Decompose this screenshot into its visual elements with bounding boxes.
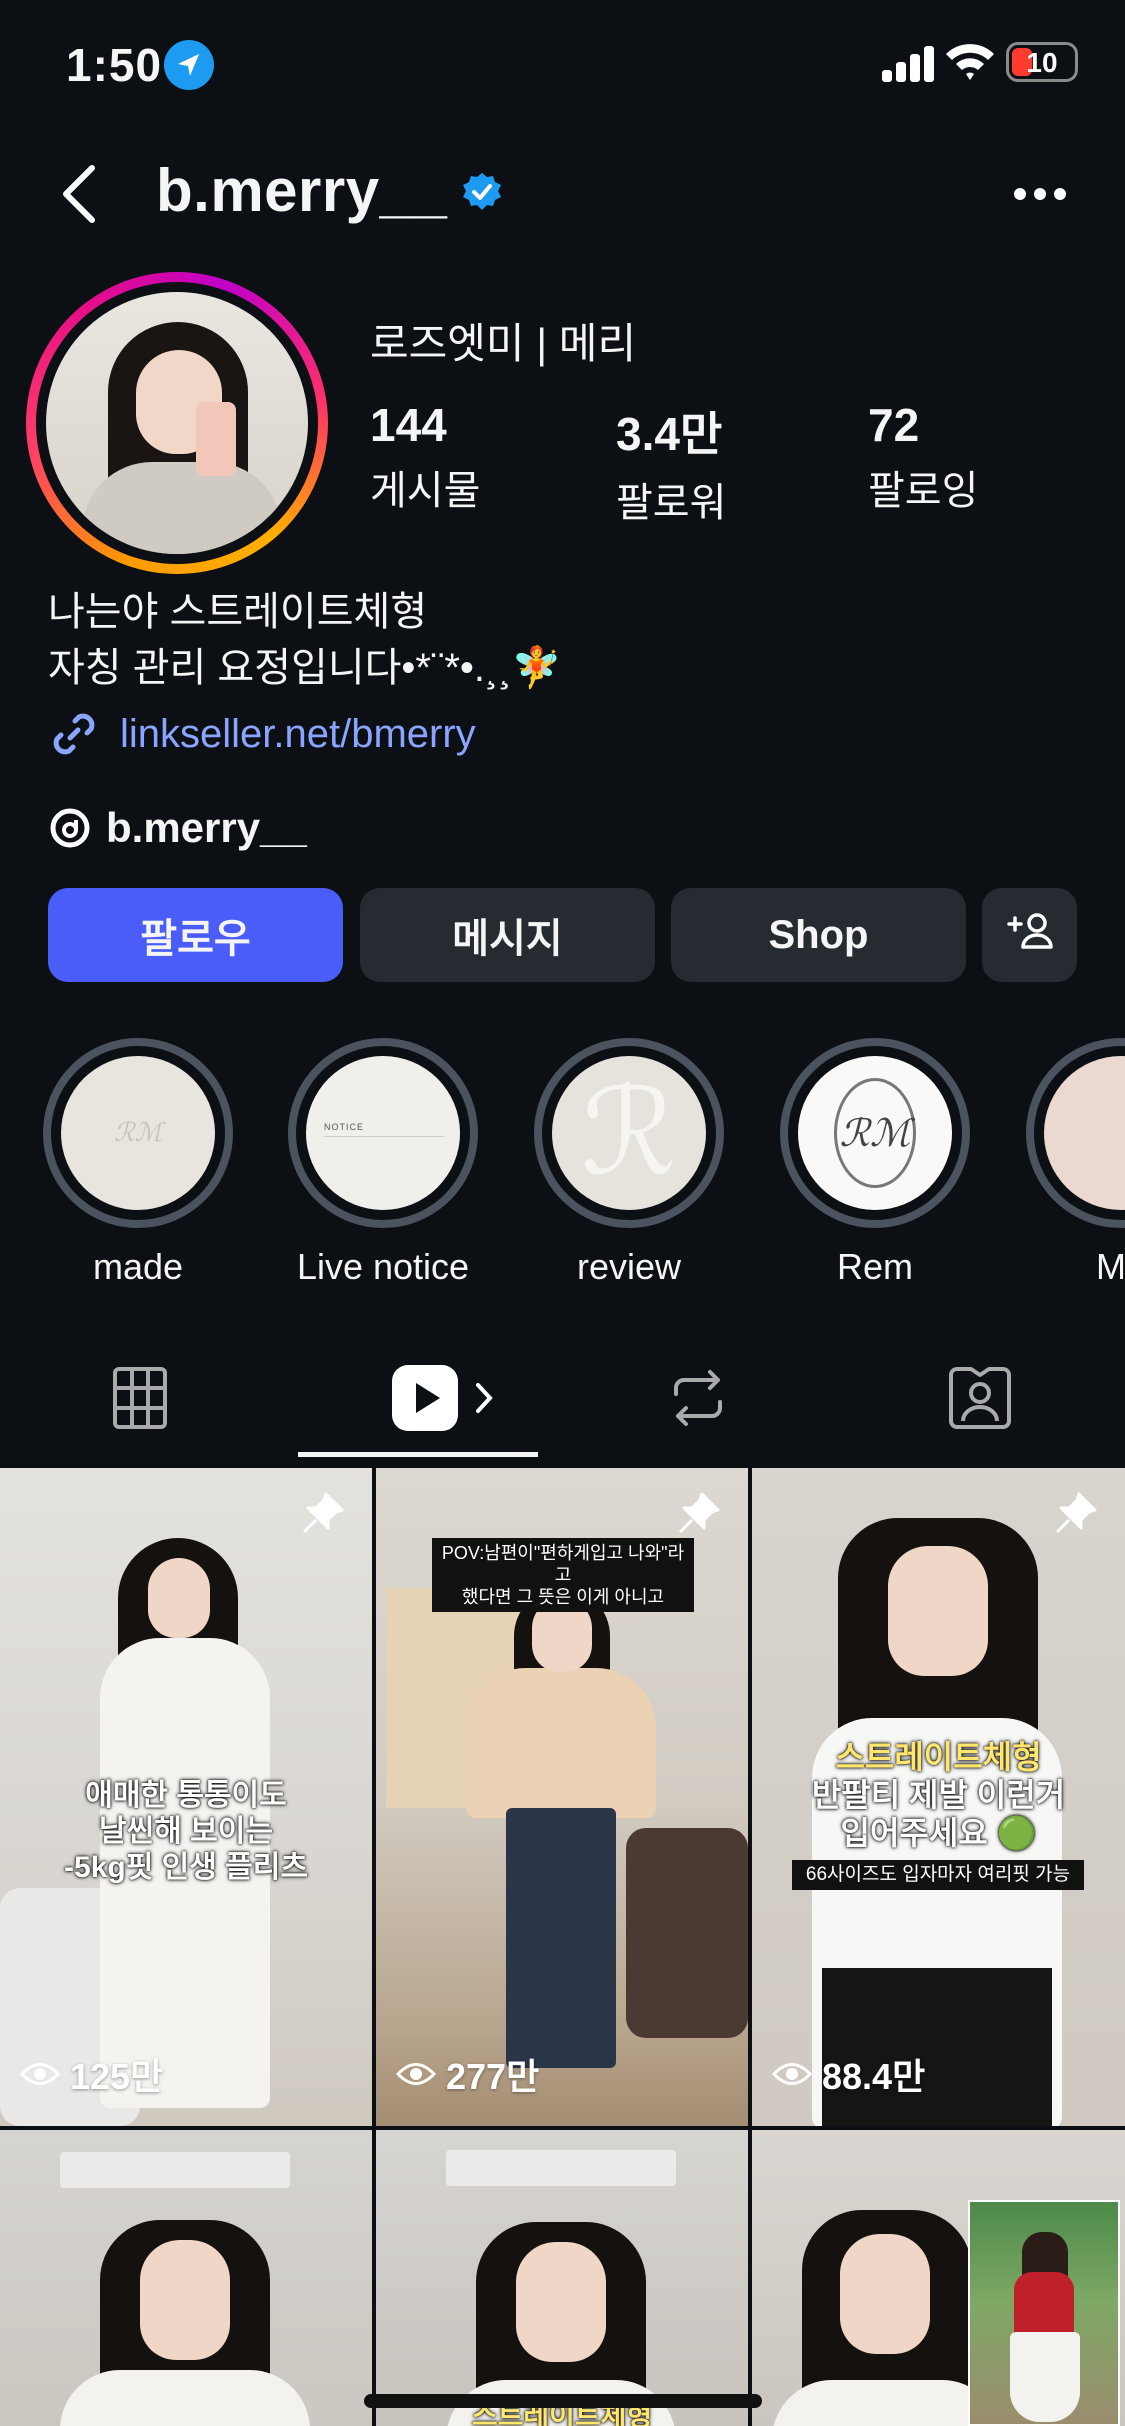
- view-count-row: 88.4만: [771, 2048, 926, 2100]
- add-person-icon: [1005, 910, 1055, 960]
- eye-icon: [19, 2059, 61, 2089]
- message-button[interactable]: 메시지: [360, 888, 655, 982]
- stat-label: 게시물: [370, 469, 481, 513]
- eye-icon: [395, 2059, 437, 2089]
- wifi-icon: [944, 40, 996, 82]
- location-arrow-icon: [164, 40, 214, 90]
- pin-icon: [298, 1490, 346, 1538]
- highlight-label: Mo: [1095, 1246, 1125, 1287]
- link-icon: [48, 708, 100, 760]
- tab-tagged[interactable]: [944, 1360, 1016, 1440]
- bio-line: 자칭 관리 요정입니다•*¨*•.¸¸🧚: [48, 646, 562, 690]
- reel-overlay-text: 애매한 통통이도 날씬해 보이는 -5kg핏 인생 플리츠: [0, 1778, 372, 1886]
- threads-handle: b.merry__: [106, 804, 307, 851]
- highlight-review[interactable]: ℛ review: [534, 1038, 724, 1288]
- avatar[interactable]: [26, 272, 328, 574]
- shop-button[interactable]: Shop: [671, 888, 966, 982]
- view-count: 125만: [70, 2056, 164, 2097]
- tagged-person-icon: [947, 1365, 1013, 1436]
- repost-icon: [668, 1366, 728, 1435]
- overlay-line: -5kg핏 인생 플리츠: [64, 1851, 308, 1884]
- status-bar: 1:50 10: [0, 0, 1125, 130]
- stat-following[interactable]: 72 팔로잉: [868, 398, 978, 516]
- stat-label: 팔로잉: [868, 469, 979, 513]
- tab-reposts[interactable]: [664, 1360, 732, 1440]
- reel-caption: POV:남편이"편하게입고 나와"라고 했다면 그 뜻은 이게 아니고: [432, 1538, 694, 1612]
- highlight-label: review: [576, 1246, 682, 1287]
- caption-line: POV:남편이"편하게입고 나와"라고: [441, 1543, 685, 1585]
- highlight-label: made: [92, 1246, 184, 1287]
- stat-value: 144: [370, 399, 447, 451]
- reel-tile[interactable]: 애매한 통통이도 날씬해 보이는 -5kg핏 인생 플리츠 125만: [0, 1468, 372, 2126]
- view-count-row: 125만: [19, 2048, 164, 2100]
- highlight-cover: [1044, 1056, 1125, 1210]
- suggest-people-button[interactable]: [982, 888, 1077, 982]
- tab-reels[interactable]: [382, 1360, 502, 1440]
- active-tab-indicator: [298, 1452, 538, 1457]
- highlight-cover: ℛℳ: [798, 1056, 952, 1210]
- highlight-cover: ℛ: [552, 1056, 706, 1210]
- status-time: 1:50: [66, 39, 163, 91]
- picture-in-picture-preview[interactable]: [968, 2200, 1120, 2426]
- view-count: 277만: [446, 2056, 540, 2097]
- highlight-cover-text: NOTICE: [324, 1122, 365, 1132]
- reel-tile[interactable]: 스트레이트체형: [376, 2130, 748, 2426]
- highlight-cover: ℛℳ: [61, 1056, 215, 1210]
- threads-icon: [48, 806, 92, 850]
- stat-posts[interactable]: 144 게시물: [370, 398, 480, 516]
- view-count: 88.4만: [822, 2056, 926, 2097]
- reel-overlay-text: 스트레이트체형 반팔티 제발 이런거 입어주세요 🟢: [752, 1738, 1125, 1852]
- verified-badge-icon: [462, 172, 502, 212]
- stat-followers[interactable]: 3.4만 팔로워: [616, 398, 726, 528]
- cellular-signal-icon: [882, 44, 936, 82]
- home-indicator: [364, 2394, 762, 2408]
- overlay-line: 날씬해 보이는: [99, 1815, 273, 1848]
- highlight-made[interactable]: ℛℳ made: [43, 1038, 233, 1288]
- stat-value: 72: [868, 399, 920, 451]
- highlight-partial[interactable]: Mo: [1026, 1038, 1125, 1288]
- link-text: linkseller.net/bmerry: [120, 711, 476, 756]
- reels-grid: 애매한 통통이도 날씬해 보이는 -5kg핏 인생 플리츠 125만 POV:남…: [0, 1468, 1125, 2426]
- stat-value: 3.4만: [616, 408, 723, 460]
- profile-link[interactable]: linkseller.net/bmerry: [48, 706, 476, 762]
- overlay-line: 스트레이트체형: [835, 1739, 1042, 1775]
- overlay-line: 애매한 통통이도: [85, 1779, 287, 1812]
- highlight-label: Rem: [836, 1246, 913, 1287]
- threads-link[interactable]: b.merry__: [48, 800, 307, 856]
- reels-icon: [390, 1363, 460, 1438]
- caption-line: 했다면 그 뜻은 이게 아니고: [461, 1587, 665, 1607]
- overlay-line: 입어주세요 🟢: [840, 1815, 1037, 1851]
- highlight-label: Live notice: [296, 1246, 470, 1287]
- reel-tile[interactable]: POV:남편이"편하게입고 나와"라고 했다면 그 뜻은 이게 아니고 277만: [376, 1468, 748, 2126]
- reel-tile[interactable]: [0, 2130, 372, 2426]
- eye-icon: [771, 2059, 813, 2089]
- profile-username: b.merry__: [156, 157, 448, 224]
- highlight-rem[interactable]: ℛℳ Rem: [780, 1038, 970, 1288]
- chevron-right-icon: [474, 1381, 494, 1420]
- bio-line: 나는야 스트레이트체형: [48, 590, 428, 634]
- highlight-live-notice[interactable]: NOTICE Live notice: [288, 1038, 478, 1288]
- profile-bio: 나는야 스트레이트체형 자칭 관리 요정입니다•*¨*•.¸¸🧚: [48, 584, 561, 696]
- display-name: 로즈엣미 | 메리: [370, 320, 637, 367]
- view-count-row: 277만: [395, 2048, 540, 2100]
- reel-tile[interactable]: [752, 2130, 1125, 2426]
- profile-photo: [46, 292, 308, 554]
- battery-level: 10: [1026, 47, 1058, 78]
- tab-posts[interactable]: [102, 1360, 178, 1440]
- battery-icon: 10: [1006, 42, 1078, 82]
- reel-caption: 66사이즈도 입자마자 여리핏 가능: [792, 1860, 1084, 1890]
- pin-icon: [674, 1490, 722, 1538]
- reel-tile[interactable]: 스트레이트체형 반팔티 제발 이런거 입어주세요 🟢 66사이즈도 입자마자 여…: [752, 1468, 1125, 2126]
- pin-icon: [1051, 1490, 1099, 1538]
- highlight-cover: NOTICE: [306, 1056, 460, 1210]
- profile-tabs: [0, 1330, 1125, 1466]
- follow-button[interactable]: 팔로우: [48, 888, 343, 982]
- more-options-icon[interactable]: [1012, 182, 1068, 206]
- grid-icon: [112, 1366, 168, 1435]
- overlay-line: 반팔티 제발 이런거: [811, 1777, 1066, 1813]
- back-chevron-icon[interactable]: [52, 158, 112, 230]
- stat-label: 팔로워: [616, 481, 727, 525]
